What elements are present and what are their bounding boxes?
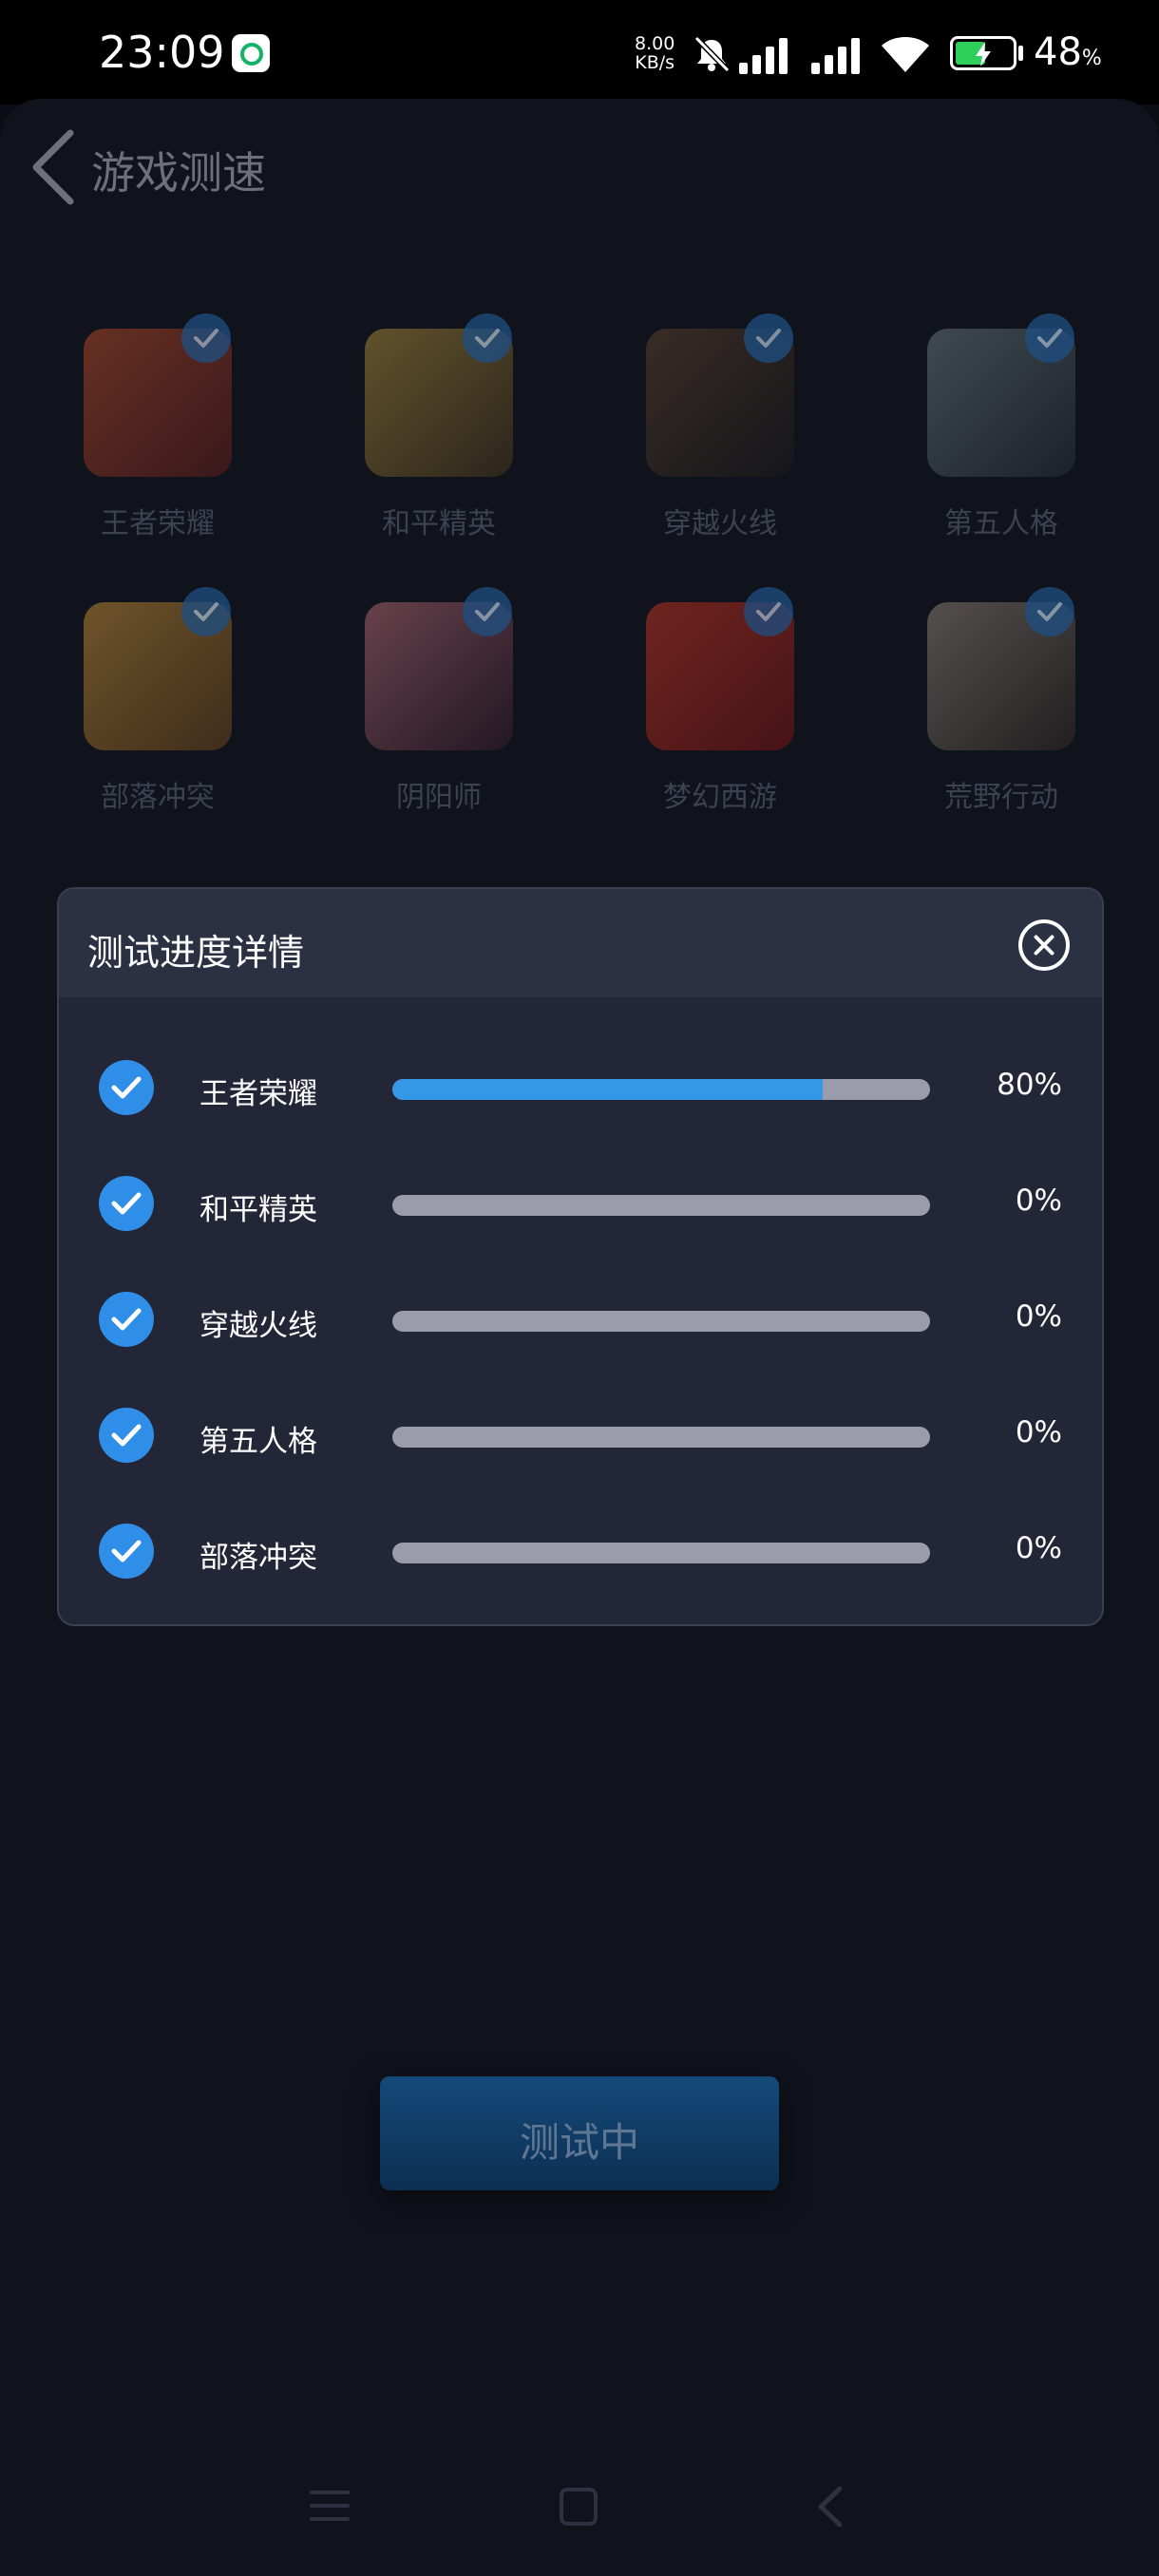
progress-percent: 0%: [1015, 1415, 1062, 1449]
check-icon: [1025, 313, 1074, 363]
progress-track: [392, 1079, 930, 1100]
progress-row-label: 和平精英: [200, 1193, 317, 1227]
check-icon: [99, 1408, 154, 1463]
progress-row: 第五人格 0%: [59, 1400, 1102, 1467]
progress-row: 部落冲突 0%: [59, 1516, 1102, 1582]
check-icon: [1025, 587, 1074, 636]
game-label: 王者荣耀: [101, 507, 215, 540]
check-icon: [99, 1292, 154, 1347]
check-icon: [463, 313, 512, 363]
testing-button[interactable]: 测试中: [380, 2076, 779, 2190]
game-label: 梦幻西游: [663, 781, 777, 814]
wifi-icon: [882, 37, 929, 72]
progress-row-label: 穿越火线: [200, 1309, 317, 1343]
close-circle-icon[interactable]: [1018, 919, 1070, 971]
game-label: 部落冲突: [101, 781, 215, 814]
check-icon: [463, 587, 512, 636]
check-icon: [99, 1060, 154, 1115]
menu-icon[interactable]: [310, 2489, 350, 2523]
signal-icon: [811, 36, 864, 74]
network-speed-value: 8.00: [635, 33, 675, 54]
check-icon: [181, 313, 231, 363]
game-label: 荒野行动: [944, 781, 1058, 814]
progress-percent: 0%: [1015, 1531, 1062, 1565]
check-icon: [744, 313, 793, 363]
home-icon[interactable]: [560, 2488, 598, 2526]
battery-cap: [1018, 46, 1023, 61]
check-icon: [744, 587, 793, 636]
battery-percent-value: 48: [1034, 30, 1082, 74]
progress-row: 穿越火线 0%: [59, 1284, 1102, 1351]
progress-row-label: 部落冲突: [200, 1541, 317, 1575]
progress-track: [392, 1543, 930, 1563]
progress-dialog: 测试进度详情 王者荣耀 80% 和平精英 0% 穿越火线 0% 第五人格 0% …: [57, 887, 1104, 1626]
progress-track: [392, 1195, 930, 1216]
progress-row-label: 第五人格: [200, 1425, 317, 1459]
mute-icon: [694, 35, 731, 73]
progress-row-label: 王者荣耀: [200, 1077, 317, 1111]
progress-percent: 0%: [1015, 1299, 1062, 1334]
progress-row: 王者荣耀 80%: [59, 1052, 1102, 1119]
game-label: 阴阳师: [396, 781, 482, 814]
testing-button-label: 测试中: [519, 2119, 639, 2166]
network-speed-unit: KB/s: [635, 52, 675, 73]
game-label: 和平精英: [382, 507, 496, 540]
dialog-title: 测试进度详情: [87, 932, 305, 974]
page-title: 游戏测速: [91, 147, 266, 199]
chevron-left-icon[interactable]: [28, 127, 76, 207]
charging-bolt-icon: [976, 42, 991, 66]
progress-fill: [392, 1079, 823, 1100]
progress-percent: 80%: [997, 1068, 1062, 1102]
progress-track: [392, 1311, 930, 1332]
back-icon[interactable]: [815, 2485, 844, 2529]
progress-row: 和平精英 0%: [59, 1168, 1102, 1235]
battery-percent-sign: %: [1081, 47, 1102, 70]
progress-track: [392, 1427, 930, 1448]
dialog-header: 测试进度详情: [59, 889, 1102, 997]
status-bar: 23:09 8.00 KB/s 48%: [0, 0, 1159, 104]
signal-icon: [739, 36, 792, 74]
network-speed: 8.00 KB/s: [635, 34, 674, 72]
game-label: 第五人格: [944, 507, 1058, 540]
status-time: 23:09: [99, 27, 225, 78]
battery-icon: [950, 36, 1016, 70]
game-label: 穿越火线: [663, 507, 777, 540]
app-notification-icon: [232, 34, 270, 72]
progress-percent: 0%: [1015, 1184, 1062, 1218]
check-icon: [181, 587, 231, 636]
battery-percent: 48%: [1034, 30, 1102, 74]
check-icon: [99, 1524, 154, 1579]
check-icon: [99, 1176, 154, 1231]
